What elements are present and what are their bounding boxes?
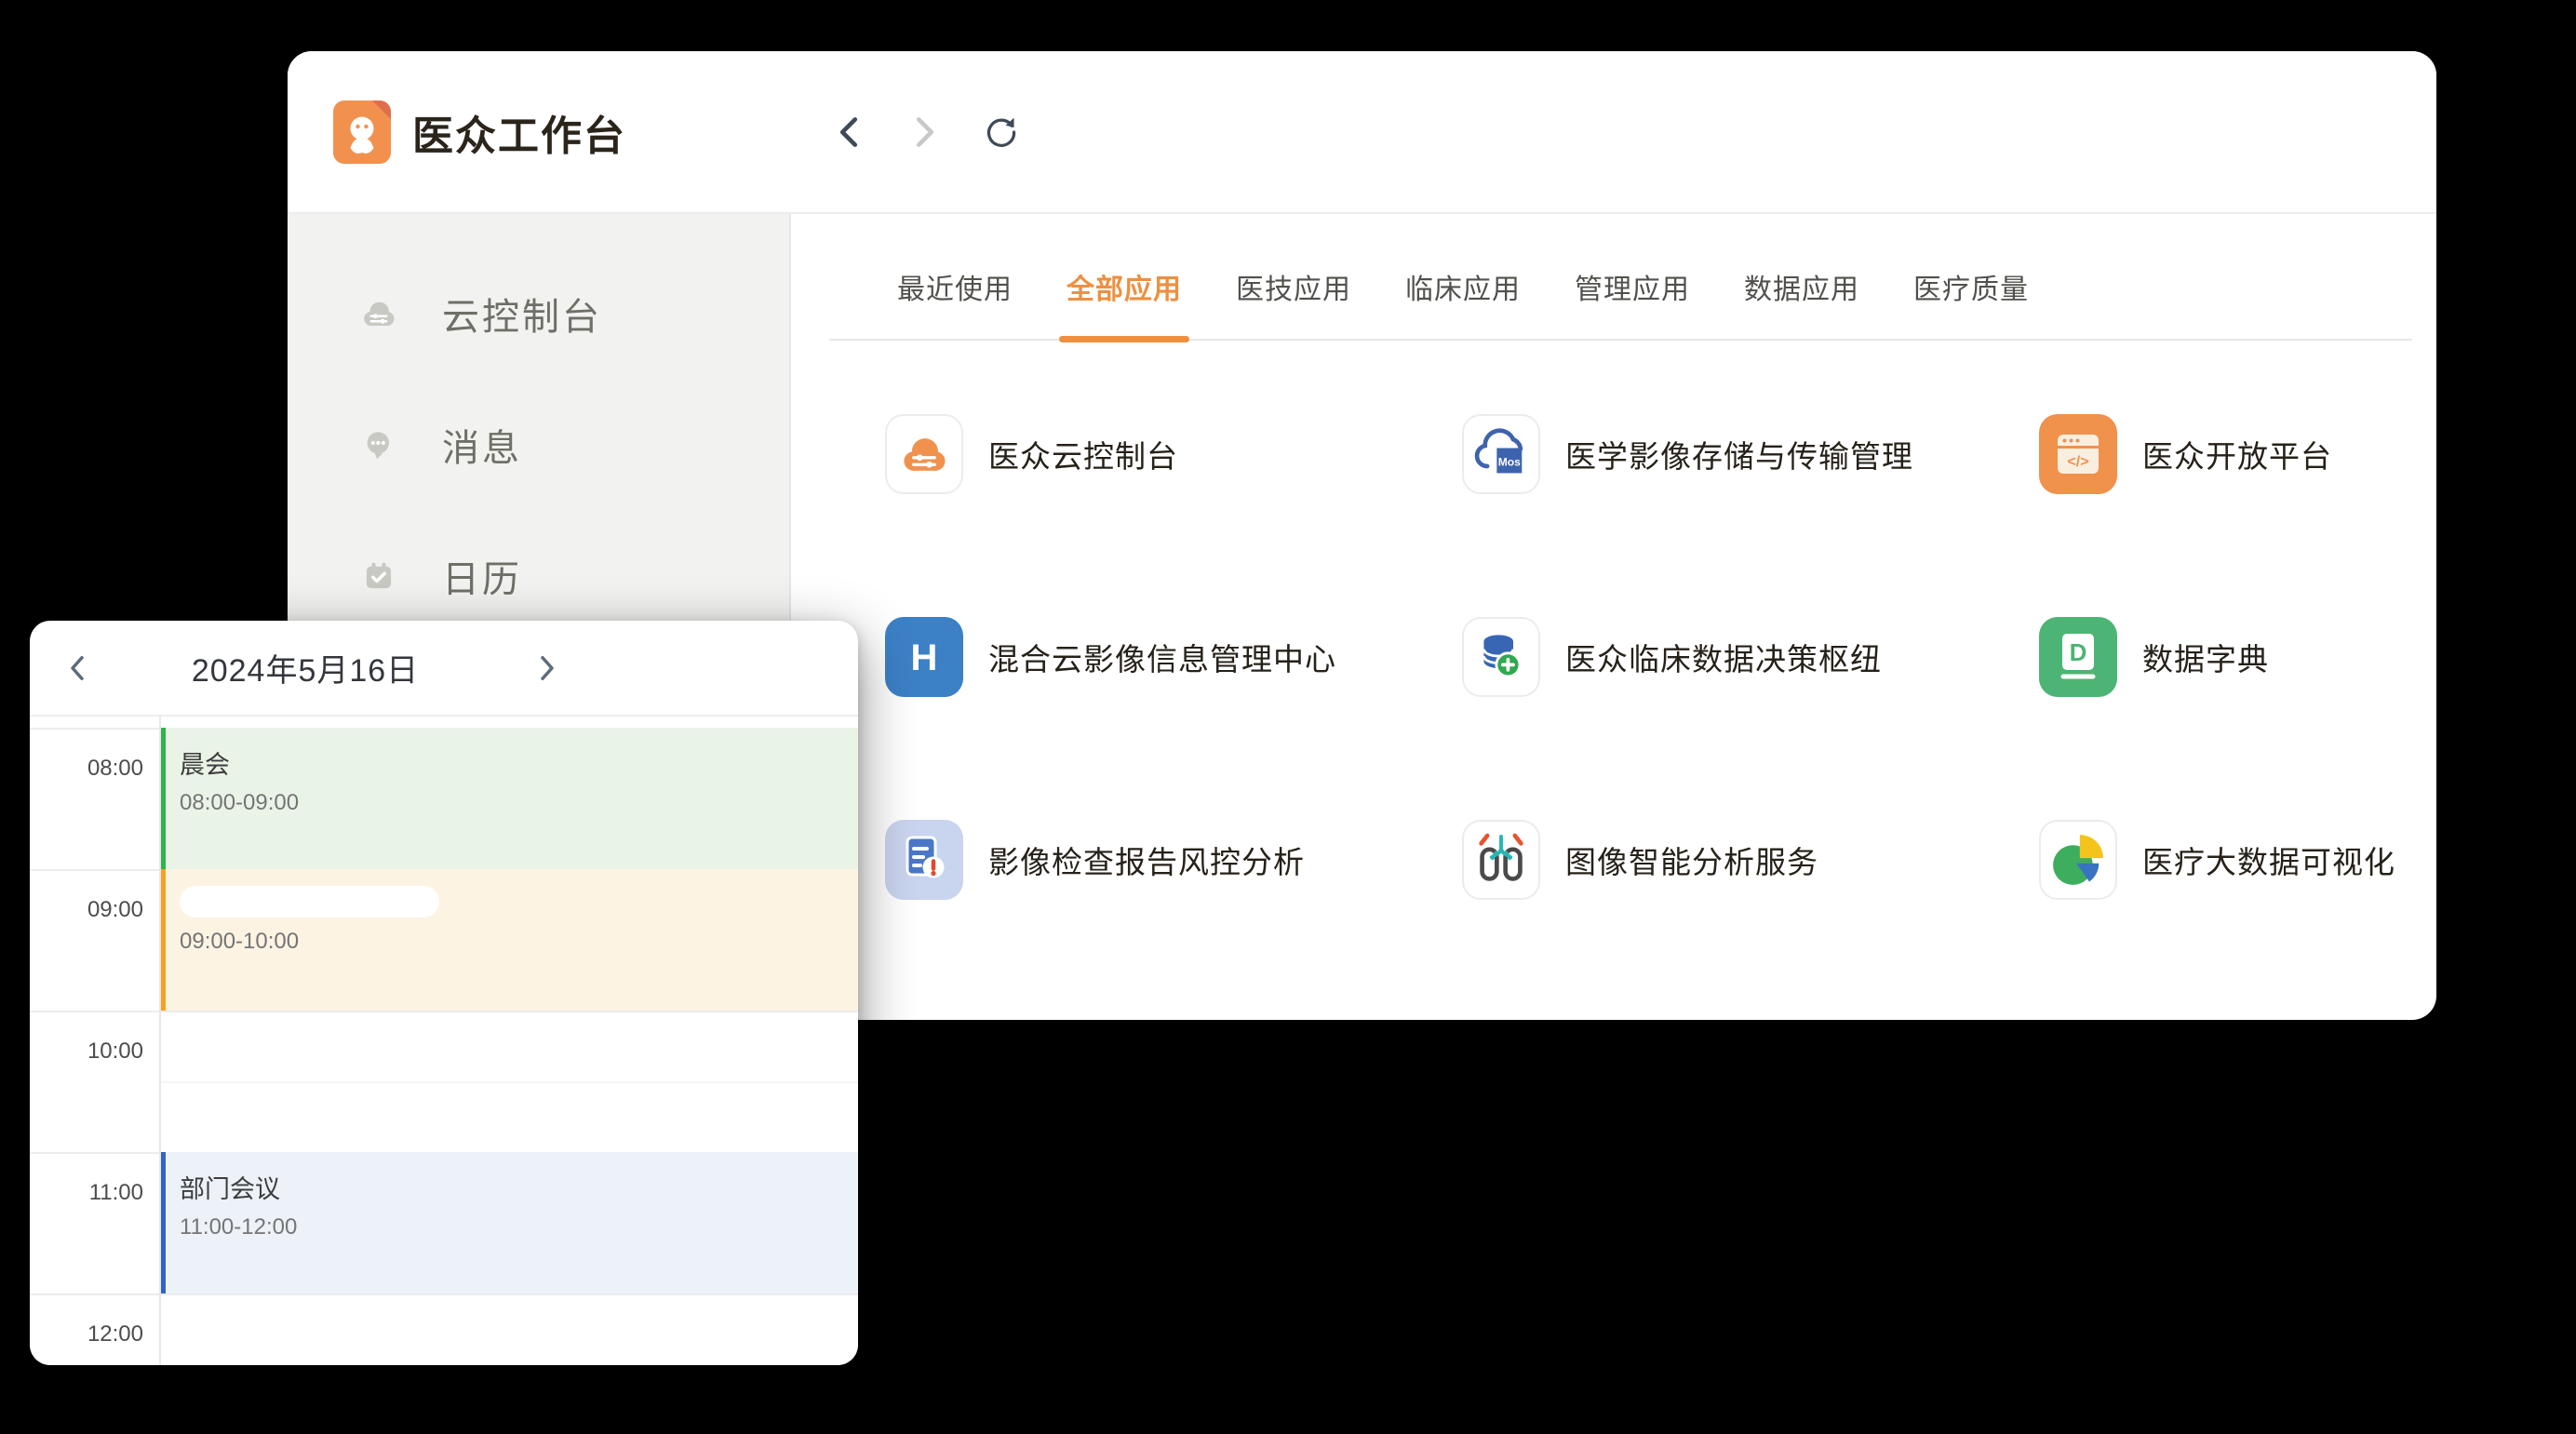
forward-button[interactable]: [907, 114, 943, 150]
sidebar-item-calendar[interactable]: 日历: [288, 556, 789, 596]
calendar-next-day-button[interactable]: [529, 650, 566, 687]
chevron-left-icon: [65, 654, 89, 682]
app-data-dictionary[interactable]: D 数据字典: [2039, 617, 2436, 697]
app-report-risk-analysis[interactable]: 影像检查报告风控分析: [885, 820, 1462, 900]
hour-gridline: [30, 1293, 858, 1295]
desktop-background: 医众工作台: [0, 0, 2576, 1434]
app-label: 医学影像存储与传输管理: [1565, 432, 1913, 476]
sidebar-item-label: 云控制台: [442, 287, 602, 341]
refresh-button[interactable]: [984, 114, 1019, 150]
time-label: 08:00: [30, 756, 143, 782]
cloud-settings-icon: [358, 293, 399, 334]
chevron-right-icon: [909, 114, 941, 150]
report-alert-icon: [885, 821, 963, 899]
tab-clinical-apps[interactable]: 临床应用: [1405, 266, 1521, 339]
event-title: 晨会: [180, 744, 858, 781]
window-header: 医众工作台: [288, 51, 2436, 214]
svg-text:D: D: [2070, 638, 2087, 666]
event-title: 部门会议: [180, 1169, 858, 1205]
window-title: 医众工作台: [412, 102, 626, 162]
time-label: 10:00: [30, 1039, 143, 1065]
calendar-check-icon: [358, 556, 399, 596]
time-column-divider: [159, 717, 161, 1365]
tab-medtech-apps[interactable]: 医技应用: [1236, 266, 1351, 339]
sidebar-item-messages[interactable]: 消息: [288, 424, 789, 465]
app-open-platform[interactable]: </> 医众开放平台: [2039, 414, 2436, 494]
calendar-panel: 2024年5月16日 08:00 09:00 10:00 11:00 12:: [30, 621, 858, 1365]
app-logo-icon: [333, 101, 391, 164]
tabs-divider: 最近使用 全部应用 医技应用 临床应用 管理应用 数据应用 医疗质量: [829, 266, 2412, 341]
app-hybrid-cloud-imaging[interactable]: H 混合云影像信息管理中心: [885, 617, 1462, 697]
app-label: 医疗大数据可视化: [2142, 838, 2395, 882]
nav-buttons: [831, 51, 1019, 212]
cloud-settings-icon: [896, 426, 952, 482]
event-time-range: 09:00-10:00: [180, 929, 858, 955]
letter-h-icon: H: [885, 618, 963, 696]
calendar-event-department-meeting[interactable]: 部门会议 11:00-12:00: [159, 1152, 858, 1293]
app-image-ai-analysis[interactable]: 图像智能分析服务: [1462, 820, 2039, 900]
event-time-range: 08:00-09:00: [180, 790, 858, 816]
app-label: 影像检查报告风控分析: [988, 838, 1305, 882]
time-label: 12:00: [30, 1321, 143, 1347]
sidebar-item-label: 日历: [442, 549, 522, 603]
app-label: 医众临床数据决策枢纽: [1565, 635, 1882, 679]
event-title-redacted-pill: [180, 886, 439, 918]
message-bubble-icon: [358, 424, 399, 465]
dictionary-icon: D: [2039, 618, 2117, 696]
half-hour-gridline: [161, 1081, 858, 1083]
sidebar-item-label: 消息: [442, 418, 522, 472]
calendar-day-view: 08:00 09:00 10:00 11:00 12:00 晨会 08:00-0…: [30, 717, 858, 1365]
svg-text:Mos: Mos: [1498, 456, 1521, 469]
tab-data-apps[interactable]: 数据应用: [1744, 266, 1859, 339]
refresh-icon: [984, 113, 1019, 152]
calendar-prev-day-button[interactable]: [59, 650, 96, 687]
calendar-event-redacted[interactable]: 09:00-10:00: [159, 869, 858, 1011]
app-tabs: 最近使用 全部应用 医技应用 临床应用 管理应用 数据应用 医疗质量: [829, 266, 2412, 339]
tab-recent[interactable]: 最近使用: [897, 266, 1013, 339]
app-label: 医众开放平台: [2142, 432, 2332, 476]
event-time-range: 11:00-12:00: [180, 1214, 858, 1240]
tab-management-apps[interactable]: 管理应用: [1575, 266, 1690, 339]
svg-text:</>: </>: [2067, 454, 2088, 470]
pie-chart-icon: [2042, 824, 2114, 896]
mos-cloud-icon: Mos: [1465, 418, 1537, 490]
app-label: 混合云影像信息管理中心: [988, 635, 1336, 679]
app-label: 医众云控制台: [988, 432, 1178, 476]
code-window-icon: </>: [2039, 415, 2117, 493]
app-cloud-console[interactable]: 医众云控制台: [885, 414, 1462, 494]
app-image-storage[interactable]: Mos 医学影像存储与传输管理: [1462, 414, 2039, 494]
sidebar-item-cloud-console[interactable]: 云控制台: [288, 293, 789, 334]
chevron-right-icon: [535, 654, 559, 682]
app-label: 数据字典: [2142, 635, 2269, 679]
hour-gridline: [30, 1011, 858, 1012]
lungs-icon: [1465, 824, 1537, 896]
app-label: 图像智能分析服务: [1565, 838, 1818, 882]
back-button[interactable]: [831, 114, 866, 150]
time-label: 09:00: [30, 897, 143, 923]
chevron-left-icon: [833, 114, 865, 150]
calendar-date-label: 2024年5月16日: [166, 621, 445, 715]
database-plus-icon: [1465, 621, 1537, 693]
calendar-event-morning-meeting[interactable]: 晨会 08:00-09:00: [159, 728, 858, 869]
app-big-data-visualization[interactable]: 医疗大数据可视化: [2039, 820, 2436, 900]
apps-content: 最近使用 全部应用 医技应用 临床应用 管理应用 数据应用 医疗质量: [791, 214, 2436, 1020]
tab-medical-quality[interactable]: 医疗质量: [1913, 266, 2029, 339]
svg-text:H: H: [911, 637, 938, 678]
tab-all-apps[interactable]: 全部应用: [1067, 266, 1182, 339]
time-label: 11:00: [30, 1180, 143, 1206]
app-clinical-data-hub[interactable]: 医众临床数据决策枢纽: [1462, 617, 2039, 697]
calendar-header: 2024年5月16日: [30, 621, 858, 717]
apps-grid: 医众云控制台 Mos 医学影像存储与传输管理: [885, 414, 2436, 900]
